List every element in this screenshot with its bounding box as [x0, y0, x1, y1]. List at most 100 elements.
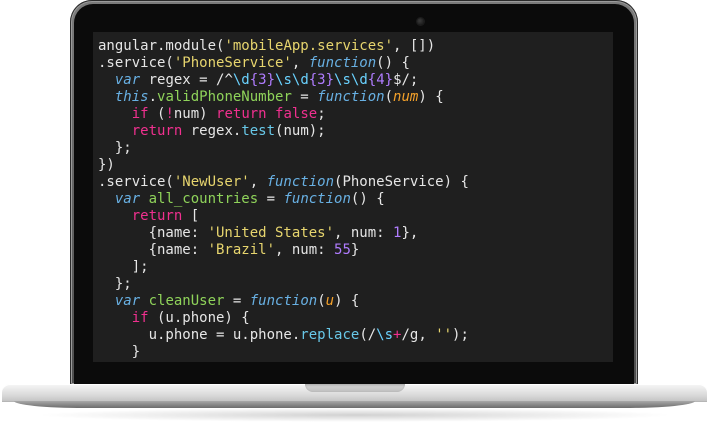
code-token: if [131, 106, 149, 122]
code-token: var [114, 72, 141, 88]
code-token: , [291, 55, 309, 71]
code-token: ! [165, 106, 174, 122]
code-token: var [114, 293, 141, 309]
laptop-base-edge [14, 401, 695, 408]
code-token: = [291, 89, 318, 105]
code-token: regex = /^ [140, 72, 233, 88]
code-token: $/; [393, 72, 419, 88]
laptop-shadow [35, 408, 675, 422]
code-token: , []) [393, 38, 436, 54]
code-line: }) [98, 157, 469, 174]
code-line: angular.module('mobileApp.services', []) [98, 38, 469, 55]
code-line: return regex.test(num); [98, 123, 469, 140]
code-token: function [308, 55, 377, 71]
code-token: angular.module( [98, 38, 225, 54]
laptop-mockup: angular.module('mobileApp.services', [])… [0, 0, 709, 437]
code-line: if (!num) return false; [98, 106, 469, 123]
code-token: (PhoneService) { [334, 174, 469, 190]
code-token: \d [350, 72, 368, 88]
code-line: }; [98, 276, 469, 293]
code-token: \s [334, 72, 351, 88]
camera-icon [417, 18, 424, 25]
code-token: num) [173, 106, 217, 122]
code-token: ( [148, 106, 166, 122]
code-line: return [ [98, 208, 469, 225]
code-token: }) [98, 157, 115, 173]
code-token: }, [401, 225, 419, 241]
code-token: u [325, 293, 335, 309]
code-token: \d [291, 72, 309, 88]
code-token: test [241, 123, 276, 139]
code-token: .service( [98, 174, 174, 190]
code-token: return [131, 208, 183, 224]
code-token: regex. [182, 123, 242, 139]
code-token: \s [275, 72, 292, 88]
code-token: {name: [98, 225, 208, 241]
code-token: cleanUser [148, 293, 225, 309]
code-token: var [114, 191, 141, 207]
code-token: , [249, 174, 267, 190]
code-token: 55 [334, 242, 351, 258]
code-token: ); [452, 327, 469, 343]
code-token: [ [182, 208, 200, 224]
code-token: ]; [98, 259, 149, 275]
code-line: if (u.phone) { [98, 310, 469, 327]
code-token: ( [384, 89, 394, 105]
code-token: ) { [334, 293, 360, 309]
code-line: }; [98, 140, 469, 157]
code-line: this.validPhoneNumber = function(num) { [98, 89, 469, 106]
code-token: \s [376, 327, 394, 343]
code-line: .service('PhoneService', function() { [98, 55, 469, 72]
code-token: ; [317, 106, 326, 122]
code-token: 'NewUser' [173, 174, 250, 190]
code-token: validPhoneNumber [157, 89, 292, 105]
code-line: var regex = /^\d{3}\s\d{3}\s\d{4}$/; [98, 72, 469, 89]
code-line: {name: 'Brazil', num: 55} [98, 242, 469, 259]
code-token: 'United States' [207, 225, 335, 241]
code-token: } [350, 242, 360, 258]
code-token: , num: [275, 242, 335, 258]
code-token: () { [350, 191, 385, 207]
code-line: var all_countries = function() { [98, 191, 469, 208]
code-token: (num); [275, 123, 326, 139]
code-token: this [114, 89, 149, 105]
code-token: {3} [249, 72, 276, 88]
code-editor-screen: angular.module('mobileApp.services', [])… [93, 32, 613, 362]
code-token: all_countries [148, 191, 259, 207]
code-token: function [266, 174, 335, 190]
code-token: {name: [98, 242, 208, 258]
code-token: if [131, 310, 149, 326]
code-token: 'PhoneService' [173, 55, 292, 71]
code-token: = [224, 293, 250, 309]
code-token: /g, [401, 327, 436, 343]
code-token: u.phone = u.phone. [98, 327, 301, 343]
code-token: function [283, 191, 351, 207]
code-token: ) { [418, 89, 444, 105]
code-token: replace [300, 327, 360, 343]
code-token: '' [435, 327, 453, 343]
code-token: () { [376, 55, 410, 71]
code-line: ]; [98, 259, 469, 276]
trackpad-notch [305, 384, 405, 392]
code-token: , num: [334, 225, 394, 241]
code-token: num [393, 89, 419, 105]
code-line: {name: 'United States', num: 1}, [98, 225, 469, 242]
code-token: 'mobileApp.services' [224, 38, 394, 54]
code-line: } [98, 344, 469, 361]
code-token: function [249, 293, 318, 309]
code-token: = [258, 191, 284, 207]
code-token: } [98, 344, 141, 360]
code-line: .service('NewUser', function(PhoneServic… [98, 174, 469, 191]
code-token: 'Brazil' [207, 242, 276, 258]
code-token: (/ [359, 327, 377, 343]
code-token: {4} [367, 72, 394, 88]
